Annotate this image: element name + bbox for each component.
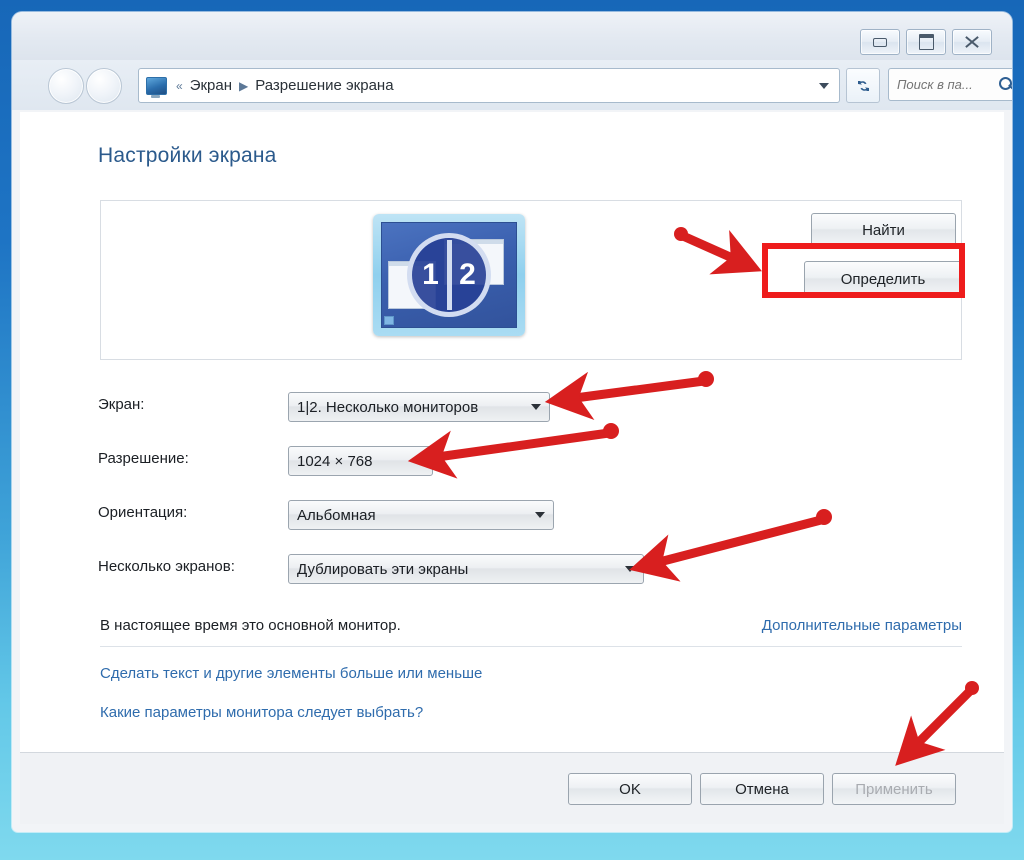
resolution-label: Разрешение: [98,450,189,467]
chevron-right-icon: ▶ [239,78,249,93]
page-title: Настройки экрана [98,144,277,167]
preview-tray-icon [384,316,394,325]
display-icon [146,76,167,98]
address-bar[interactable]: « Экран ▶ Разрешение экрана [138,68,840,103]
orientation-label: Ориентация: [98,504,188,521]
display-settings-window: « Экран ▶ Разрешение экрана Настройки эк… [12,12,1012,832]
content-area: Настройки экрана 1 2 Найти Определить Эк… [20,112,1004,752]
multiple-displays-label: Несколько экранов: [98,558,235,575]
section-divider [100,646,962,647]
settings-form: Экран: 1|2. Несколько мониторов Разрешен… [20,384,1004,600]
primary-monitor-note: В настоящее время это основной монитор. [100,617,401,634]
display-number-left: 1 [422,258,439,291]
close-button[interactable] [952,29,992,55]
window-controls [860,29,992,55]
chevron-down-icon [414,458,424,464]
forward-button[interactable] [86,68,122,104]
orientation-select-value: Альбомная [297,506,376,524]
dialog-footer: OK Отмена Применить [20,752,1004,824]
display-label: Экран: [98,396,145,413]
chevron-down-icon [535,512,545,518]
display-select-value: 1|2. Несколько мониторов [297,398,479,416]
form-row-orientation: Ориентация: Альбомная [20,492,1004,546]
form-row-multiple-displays: Несколько экранов: Дублировать эти экран… [20,546,1004,600]
chevron-down-icon [625,566,635,572]
orientation-select[interactable]: Альбомная [288,500,554,530]
maximize-button[interactable] [906,29,946,55]
search-input[interactable] [895,76,999,93]
refresh-icon [857,80,869,91]
search-icon [999,77,1012,92]
display-select[interactable]: 1|2. Несколько мониторов [288,392,550,422]
advanced-settings-link[interactable]: Дополнительные параметры [762,617,962,634]
which-settings-link[interactable]: Какие параметры монитора следует выбрать… [100,704,423,721]
navigation-bar: « Экран ▶ Разрешение экрана [12,60,1012,110]
refresh-button[interactable] [846,68,880,103]
breadcrumb-item-1[interactable]: Разрешение экрана [255,77,393,94]
cancel-button[interactable]: Отмена [700,773,824,805]
breadcrumb-item-0[interactable]: Экран [190,77,232,94]
multiple-displays-select[interactable]: Дублировать эти экраны [288,554,644,584]
find-button[interactable]: Найти [811,213,956,247]
resolution-select[interactable]: 1024 × 768 [288,446,433,476]
form-row-resolution: Разрешение: 1024 × 768 [20,438,1004,492]
text-size-link[interactable]: Сделать текст и другие элементы больше и… [100,665,482,682]
breadcrumb-overflow[interactable]: « [176,79,183,93]
close-icon [965,36,979,48]
minimize-icon [873,37,887,47]
apply-button: Применить [832,773,956,805]
monitor-preview[interactable]: 1 2 [373,214,525,336]
monitor-screen: 1 2 [381,222,517,328]
chevron-down-icon[interactable] [819,82,829,89]
multiple-displays-select-value: Дублировать эти экраны [297,560,469,578]
identify-button[interactable]: Определить [804,261,962,297]
display-number-right: 2 [459,258,476,291]
display-number-badge: 1 2 [407,233,491,317]
ok-button[interactable]: OK [568,773,692,805]
search-box[interactable] [888,68,1012,101]
maximize-icon [918,34,934,50]
nav-buttons [48,68,122,104]
breadcrumb: « Экран ▶ Разрешение экрана [176,77,394,94]
resolution-select-value: 1024 × 768 [297,452,373,470]
chevron-down-icon [531,404,541,410]
minimize-button[interactable] [860,29,900,55]
form-row-display: Экран: 1|2. Несколько мониторов [20,384,1004,438]
monitor-preview-panel[interactable]: 1 2 Найти Определить [100,200,962,360]
back-button[interactable] [48,68,84,104]
title-bar [12,12,1012,60]
